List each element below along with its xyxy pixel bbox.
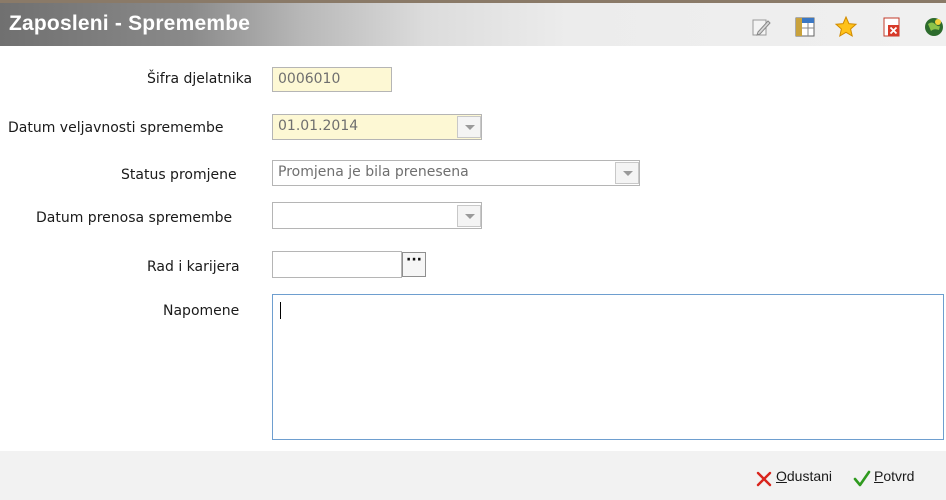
notes-textarea[interactable] [272,294,944,440]
confirm-button-label: otvrd [883,468,915,484]
work-career-label: Rad i karijera [147,259,240,275]
employee-code-field[interactable]: 0006010 [272,67,392,92]
effective-date-dropdown-button[interactable] [457,116,481,138]
text-caret [280,302,281,319]
effective-date-combo[interactable]: 01.01.2014 [272,114,482,140]
confirm-button-accesskey: P [874,468,884,484]
change-status-combo[interactable]: Promjena je bila prenesena [272,160,640,186]
edit-icon[interactable] [749,15,773,39]
work-career-field[interactable] [272,251,402,278]
work-career-browse-button[interactable]: ··· [402,252,426,277]
info-globe-icon[interactable] [922,15,946,39]
change-status-label: Status promjene [121,167,237,183]
notes-label: Napomene [163,303,240,319]
window-title: Zaposleni - Spremembe [9,12,251,35]
cancel-button[interactable]: Odustani [776,468,832,484]
effective-date-value: 01.01.2014 [278,118,359,134]
transfer-date-dropdown-button[interactable] [457,205,481,227]
table-icon[interactable] [793,15,817,39]
cancel-x-icon[interactable] [756,471,772,487]
cancel-button-accesskey: O [776,468,787,484]
employee-code-label: Šifra djelatnika [147,71,253,87]
change-status-dropdown-button[interactable] [615,162,639,184]
confirm-check-icon[interactable] [853,470,871,487]
cancel-button-label: dustani [786,468,833,484]
close-document-icon[interactable] [880,15,904,39]
favorite-star-icon[interactable] [834,15,858,39]
window-title-bar: Zaposleni - Spremembe [0,3,946,46]
change-status-value: Promjena je bila prenesena [278,164,469,180]
effective-date-label: Datum veljavnosti spremembe [8,120,224,136]
transfer-date-combo[interactable] [272,202,482,229]
confirm-button[interactable]: Potvrd [874,468,914,484]
transfer-date-label: Datum prenosa spremembe [36,210,233,226]
